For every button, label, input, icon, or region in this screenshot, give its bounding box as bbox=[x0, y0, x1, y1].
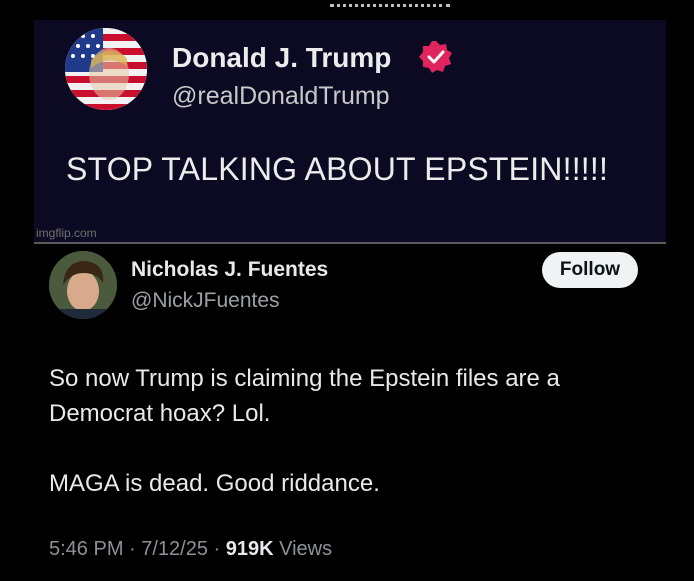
tweet-card: Nicholas J. Fuentes @NickJFuentes Follow… bbox=[0, 244, 694, 581]
quoted-author-handle: @realDonaldTrump bbox=[172, 82, 390, 110]
trump-avatar bbox=[65, 28, 147, 110]
quoted-author-name: Donald J. Trump bbox=[172, 42, 392, 73]
follow-button[interactable]: Follow bbox=[542, 252, 638, 288]
tweet-meta: 5:46 PM · 7/12/25 · 919K Views bbox=[49, 538, 332, 561]
cropped-top-edge bbox=[0, 0, 694, 8]
tweet-body: So now Trump is claiming the Epstein fil… bbox=[49, 361, 659, 501]
tweet-timestamp[interactable]: 5:46 PM · 7/12/25 · bbox=[49, 538, 226, 560]
tweet-author-handle[interactable]: @NickJFuentes bbox=[131, 289, 280, 313]
views-count: 919K bbox=[225, 538, 274, 560]
tweet-paragraph: MAGA is dead. Good riddance. bbox=[49, 470, 380, 497]
tweet-paragraph: So now Trump is claiming the Epstein fil… bbox=[49, 365, 560, 427]
tweet-author-name[interactable]: Nicholas J. Fuentes bbox=[131, 258, 328, 282]
views-label: Views bbox=[273, 538, 333, 560]
quoted-tweet-image: Donald J. Trump @realDonaldTrump STOP TA… bbox=[34, 20, 666, 242]
imgflip-watermark: imgflip.com bbox=[36, 226, 97, 240]
fuentes-avatar[interactable] bbox=[49, 251, 117, 319]
quoted-tweet-text: STOP TALKING ABOUT EPSTEIN!!!!! bbox=[66, 151, 609, 187]
verified-badge-icon bbox=[419, 40, 453, 74]
